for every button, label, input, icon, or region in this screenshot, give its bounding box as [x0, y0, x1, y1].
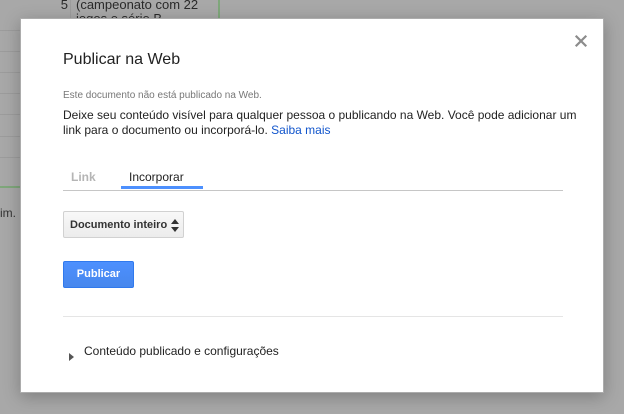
dialog-title: Publicar na Web	[63, 51, 181, 68]
tab-bar: Link Incorporar	[63, 169, 563, 191]
document-scope-select[interactable]: Documento inteiro	[63, 211, 184, 238]
close-icon	[573, 33, 589, 49]
grid-line	[0, 136, 20, 137]
grid-line	[70, 0, 71, 18]
close-button[interactable]	[573, 33, 589, 49]
triangle-right-icon	[69, 348, 74, 366]
expander-label: Conteúdo publicado e configurações	[84, 344, 279, 358]
grid-line	[0, 93, 20, 94]
publish-to-web-dialog: Publicar na Web Este documento não está …	[20, 18, 604, 393]
tab-link[interactable]: Link	[71, 170, 96, 184]
publish-button[interactable]: Publicar	[63, 261, 134, 288]
spreadsheet-side-text: im.	[0, 206, 16, 220]
grid-line	[0, 30, 20, 31]
divider	[63, 316, 563, 317]
publish-status-text: Este documento não está publicado na Web…	[63, 90, 262, 101]
grid-line	[0, 114, 20, 115]
dialog-description: Deixe seu conteúdo visível para qualquer…	[63, 108, 583, 138]
active-tab-indicator	[121, 186, 203, 189]
grid-line	[0, 157, 20, 158]
grid-line	[0, 72, 20, 73]
spreadsheet-cell-text: jogos e série B	[76, 11, 162, 18]
selection-border	[0, 186, 20, 188]
grid-line	[0, 51, 20, 52]
row-number-cell: 5	[60, 0, 68, 12]
select-value: Documento inteiro	[70, 219, 168, 231]
selection-border	[218, 0, 220, 18]
learn-more-link[interactable]: Saiba mais	[271, 123, 330, 137]
up-down-arrows-icon	[171, 219, 179, 232]
